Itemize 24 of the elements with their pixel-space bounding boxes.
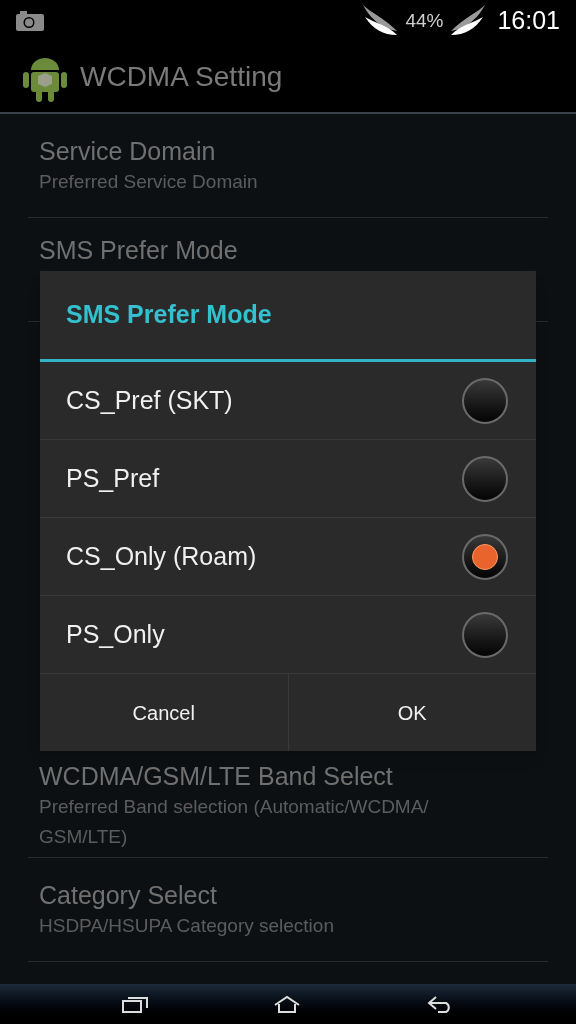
camera-icon	[16, 11, 44, 31]
recent-apps-icon[interactable]	[122, 995, 149, 1013]
dialog-button[interactable]: OK	[287, 674, 536, 751]
radio-button[interactable]	[462, 377, 508, 424]
app-title: WCDMA Setting	[80, 60, 283, 94]
dialog-title: SMS Prefer Mode	[66, 299, 272, 331]
dialog-button[interactable]: Cancel	[40, 674, 288, 751]
setting-title: Service Domain	[39, 135, 217, 167]
radio-option[interactable]: PS_Only	[40, 596, 536, 674]
clock: 16:01	[497, 5, 560, 37]
setting-title: Category Select	[39, 879, 218, 911]
home-icon[interactable]	[273, 995, 301, 1013]
setting-subtitle: Preferred Service Domain	[39, 169, 259, 194]
radio-option[interactable]: CS_Only (Roam)	[40, 518, 536, 596]
radio-option[interactable]: CS_Pref (SKT)	[40, 362, 536, 440]
radio-option[interactable]: PS_Pref	[40, 440, 536, 518]
setting-title: SMS Prefer Mode	[39, 235, 239, 266]
setting-subtitle: HSDPA/HSUPA Category selection	[39, 913, 335, 938]
setting-title: WCDMA/GSM/LTE Band Select	[39, 760, 394, 792]
radio-button[interactable]	[462, 455, 508, 502]
battery-percentage: 44%	[405, 8, 444, 33]
radio-button[interactable]	[462, 533, 508, 580]
radio-button[interactable]	[462, 611, 508, 658]
setting-subtitle: Preferred Band selection (Automatic/WCDMA/ GSM/LTE)	[39, 794, 430, 849]
